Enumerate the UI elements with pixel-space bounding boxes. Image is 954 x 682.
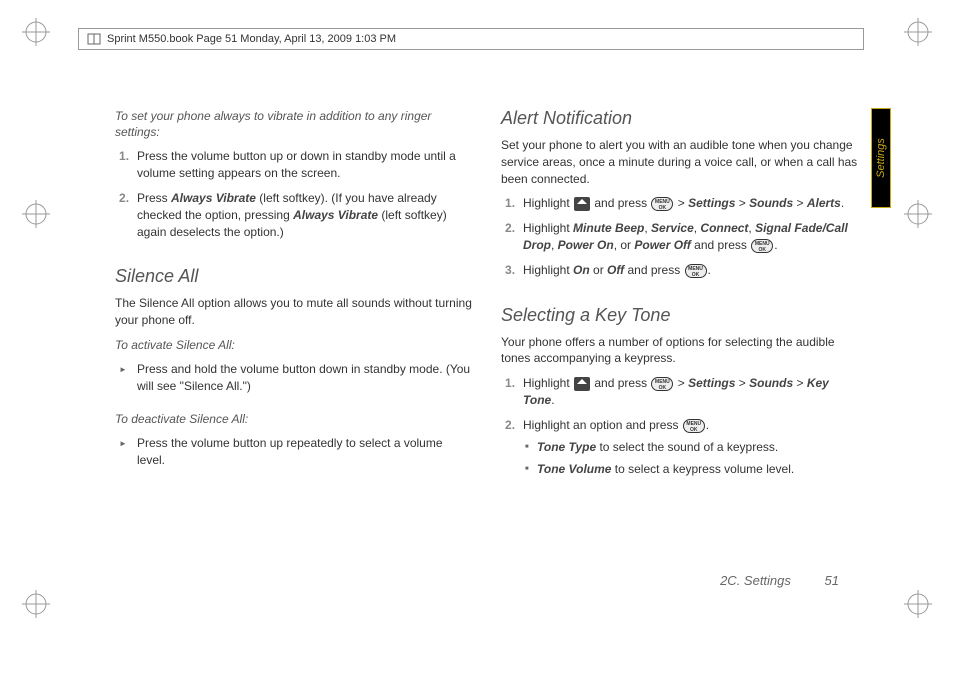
intro-text: To set your phone always to vibrate in a… [115,108,473,140]
list-item: Press Always Vibrate (left softkey). (If… [115,190,473,240]
section-tab-label: Settings [875,138,887,178]
step-text: Press [137,191,171,205]
menu-ok-icon: MENU OK [683,419,705,433]
body-text: The Silence All option allows you to mut… [115,295,473,329]
left-column: To set your phone always to vibrate in a… [115,108,473,602]
step-text: . [551,393,554,407]
option-label: Tone Type [537,440,596,454]
step-text: to select the sound of a keypress. [596,440,778,454]
right-column: Alert Notification Set your phone to ale… [501,108,859,602]
page-footer: 2C. Settings 51 [720,573,839,588]
step-text: > [793,376,807,390]
step-text: Highlight an option and press [523,418,682,432]
step-text: Press the volume button up or down in st… [137,149,456,180]
section-heading: Alert Notification [501,108,859,129]
sub-intro: To activate Silence All: [115,337,473,353]
option-label: Off [607,263,624,277]
crop-mark-icon [904,590,932,618]
step-text: and press [591,376,650,390]
option-label: Service [651,221,694,235]
vibrate-steps: Press the volume button up or down in st… [115,148,473,248]
option-label: Connect [700,221,748,235]
menu-path: Settings [688,376,735,390]
crop-mark-icon [22,18,50,46]
section-heading: Selecting a Key Tone [501,305,859,326]
footer-section: 2C. Settings [720,573,791,588]
step-text: > [674,196,688,210]
page-content: To set your phone always to vibrate in a… [115,108,859,602]
list-item: Press and hold the volume button down in… [115,361,473,395]
list-item: Press the volume button up or down in st… [115,148,473,182]
menu-path: Sounds [749,376,793,390]
list-item: Tone Type to select the sound of a keypr… [523,439,859,456]
step-text: . [774,238,777,252]
step-text: > [735,376,749,390]
sub-list: Tone Type to select the sound of a keypr… [523,439,859,479]
step-text: . [841,196,844,210]
document-header: Sprint M550.book Page 51 Monday, April 1… [78,28,864,50]
step-text: Press and hold the volume button down in… [137,362,470,393]
step-text: Highlight [523,376,573,390]
step-text: > [735,196,749,210]
step-text: . [706,418,709,432]
activate-list: Press and hold the volume button down in… [115,361,473,403]
option-label: On [573,263,590,277]
step-text: to select a keypress volume level. [611,462,794,476]
menu-ok-icon: MENU OK [651,197,673,211]
step-text: , or [614,238,635,252]
step-text: and press [591,196,650,210]
list-item: Highlight On or Off and press MENU OK. [501,262,859,279]
crop-mark-icon [22,200,50,228]
header-text: Sprint M550.book Page 51 Monday, April 1… [107,33,396,45]
option-label: Power Off [634,238,690,252]
home-icon [574,377,590,391]
step-text: Highlight [523,221,573,235]
page-number: 51 [825,573,839,588]
step-text: and press [691,238,750,252]
list-item: Highlight and press MENU OK > Settings >… [501,375,859,409]
crop-mark-icon [904,18,932,46]
menu-path: Settings [688,196,735,210]
list-item: Highlight Minute Beep, Service, Connect,… [501,220,859,254]
step-text: or [590,263,607,277]
step-text: Highlight [523,263,573,277]
list-item: Highlight an option and press MENU OK. T… [501,417,859,478]
crop-mark-icon [904,200,932,228]
option-label: Power On [558,238,614,252]
step-text: > [674,376,688,390]
menu-ok-icon: MENU OK [685,264,707,278]
body-text: Your phone offers a number of options fo… [501,334,859,368]
list-item: Highlight and press MENU OK > Settings >… [501,195,859,212]
step-text: > [793,196,807,210]
section-heading: Silence All [115,266,473,287]
step-text: . [708,263,711,277]
sub-intro: To deactivate Silence All: [115,411,473,427]
crop-mark-icon [22,590,50,618]
list-item: Press the volume button up repeatedly to… [115,435,473,469]
step-text: , [551,238,558,252]
option-label: Minute Beep [573,221,644,235]
menu-ok-icon: MENU OK [651,377,673,391]
step-text: and press [624,263,683,277]
menu-path: Sounds [749,196,793,210]
option-label: Tone Volume [537,462,611,476]
book-icon [87,32,101,46]
step-text: Press the volume button up repeatedly to… [137,436,443,467]
body-text: Set your phone to alert you with an audi… [501,137,859,187]
home-icon [574,197,590,211]
deactivate-list: Press the volume button up repeatedly to… [115,435,473,477]
keytone-steps: Highlight and press MENU OK > Settings >… [501,375,859,486]
list-item: Tone Volume to select a keypress volume … [523,461,859,478]
softkey-label: Always Vibrate [293,208,378,222]
alert-steps: Highlight and press MENU OK > Settings >… [501,195,859,286]
step-text: Highlight [523,196,573,210]
menu-ok-icon: MENU OK [751,239,773,253]
menu-path: Alerts [807,196,841,210]
softkey-label: Always Vibrate [171,191,256,205]
section-tab: Settings [871,108,891,208]
